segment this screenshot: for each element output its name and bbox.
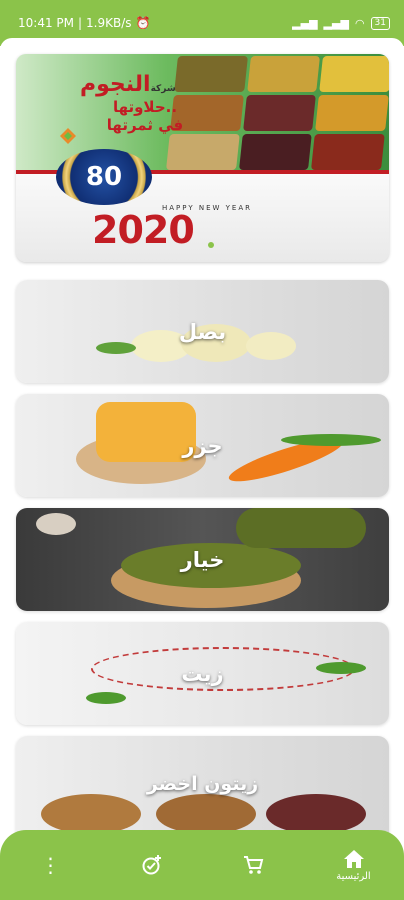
status-left: 10:41 PM | 1.9KB/s ⏰ bbox=[18, 16, 150, 30]
battery-icon: 31 bbox=[370, 16, 390, 30]
category-label: زيتون اخضر bbox=[146, 773, 259, 795]
category-label: جزر bbox=[182, 433, 223, 458]
more-vertical-icon: ⋮ bbox=[40, 853, 61, 877]
category-label: خيار bbox=[180, 547, 225, 572]
cart-icon bbox=[243, 856, 263, 874]
olive-bowl-image-3 bbox=[266, 794, 366, 834]
promo-banner[interactable]: شركةالنجوم حلاوتها.. في ثمرتها 80 HAPPY … bbox=[16, 54, 389, 262]
banner-page-indicator bbox=[208, 242, 214, 248]
banner-brand-name: النجوم bbox=[80, 72, 151, 97]
nav-home-label: الرئيسية bbox=[336, 870, 371, 882]
category-card-onion[interactable]: بصل bbox=[16, 280, 389, 383]
status-right: ▂▄▆ ▂▄▆ ◠ 31 bbox=[292, 16, 390, 30]
status-speed: 1.9KB/s bbox=[86, 16, 132, 30]
signal-icon-2: ▂▄▆ bbox=[323, 16, 349, 30]
bottom-navigation: ⋮ الرئيسية bbox=[0, 830, 404, 900]
banner-tagline-line2: في ثمرتها bbox=[106, 116, 184, 134]
category-card-cucumber[interactable]: خيار bbox=[16, 508, 389, 611]
status-separator: | bbox=[78, 16, 83, 30]
anniversary-badge: 80 bbox=[56, 149, 152, 205]
banner-brand-prefix: شركة bbox=[150, 84, 176, 94]
signal-icon: ▂▄▆ bbox=[292, 16, 318, 30]
banner-brand: شركةالنجوم bbox=[80, 72, 179, 97]
category-label: بصل bbox=[178, 319, 227, 344]
content-top bbox=[0, 38, 404, 52]
nav-more[interactable]: ⋮ bbox=[21, 854, 81, 876]
nav-orders[interactable] bbox=[122, 854, 182, 876]
olive-bowl-image bbox=[41, 794, 141, 834]
category-card-oil[interactable]: زيت bbox=[16, 622, 389, 725]
nav-cart[interactable] bbox=[223, 854, 283, 876]
herb-image bbox=[96, 342, 136, 354]
status-time: 10:41 PM bbox=[18, 16, 74, 30]
add-check-icon bbox=[142, 855, 161, 875]
banner-tagline-line1: حلاوتها.. bbox=[112, 98, 178, 116]
banner-tagline: حلاوتها.. في ثمرتها bbox=[90, 98, 200, 134]
home-icon bbox=[343, 849, 364, 868]
category-label: زيت bbox=[181, 661, 224, 686]
brand-logo-icon bbox=[60, 128, 76, 144]
wifi-icon: ◠ bbox=[354, 16, 365, 30]
pickles-jar-image bbox=[236, 508, 366, 548]
category-card-carrot[interactable]: جزر bbox=[16, 394, 389, 497]
leaf-image bbox=[86, 692, 126, 704]
badge-number: 80 bbox=[85, 162, 123, 192]
alarm-icon: ⏰ bbox=[135, 16, 151, 30]
garlic-image bbox=[36, 513, 76, 535]
banner-year: 2020 bbox=[92, 208, 195, 252]
nav-home[interactable]: الرئيسية bbox=[324, 849, 384, 882]
olive-bowl-image-2 bbox=[156, 794, 256, 834]
